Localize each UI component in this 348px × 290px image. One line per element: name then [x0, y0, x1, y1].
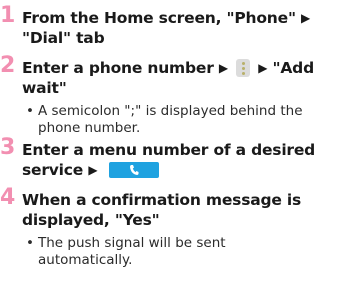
- step-text: Enter a menu number of a desired service…: [22, 141, 316, 179]
- arrow-icon: ▶: [218, 61, 228, 75]
- step-text: From the Home screen, "Phone" ▶ "Dial" t…: [22, 9, 311, 47]
- step-text: Enter a phone number ▶ ▶ "Add wait": [22, 59, 314, 97]
- instruction-page: 1 From the Home screen, "Phone" ▶ "Dial"…: [0, 0, 348, 290]
- phone-icon: [129, 165, 139, 175]
- call-button-icon: [108, 162, 159, 178]
- step-text: When a confirmation message is displayed…: [22, 191, 302, 229]
- bullet: •: [26, 235, 34, 251]
- arrow-icon: ▶: [258, 61, 268, 75]
- step-note: • A semicolon ";" is displayed behind the…: [26, 103, 303, 136]
- arrow-icon: ▶: [301, 11, 311, 25]
- step-number: 2: [0, 53, 16, 78]
- menu-icon: [236, 59, 251, 77]
- step-number: 1: [0, 3, 16, 28]
- step-note: • The push signal will be sent automatica…: [26, 235, 226, 268]
- step-number: 4: [0, 185, 16, 210]
- step-number: 3: [0, 135, 16, 160]
- bullet: •: [26, 103, 34, 119]
- arrow-icon: ▶: [88, 163, 98, 177]
